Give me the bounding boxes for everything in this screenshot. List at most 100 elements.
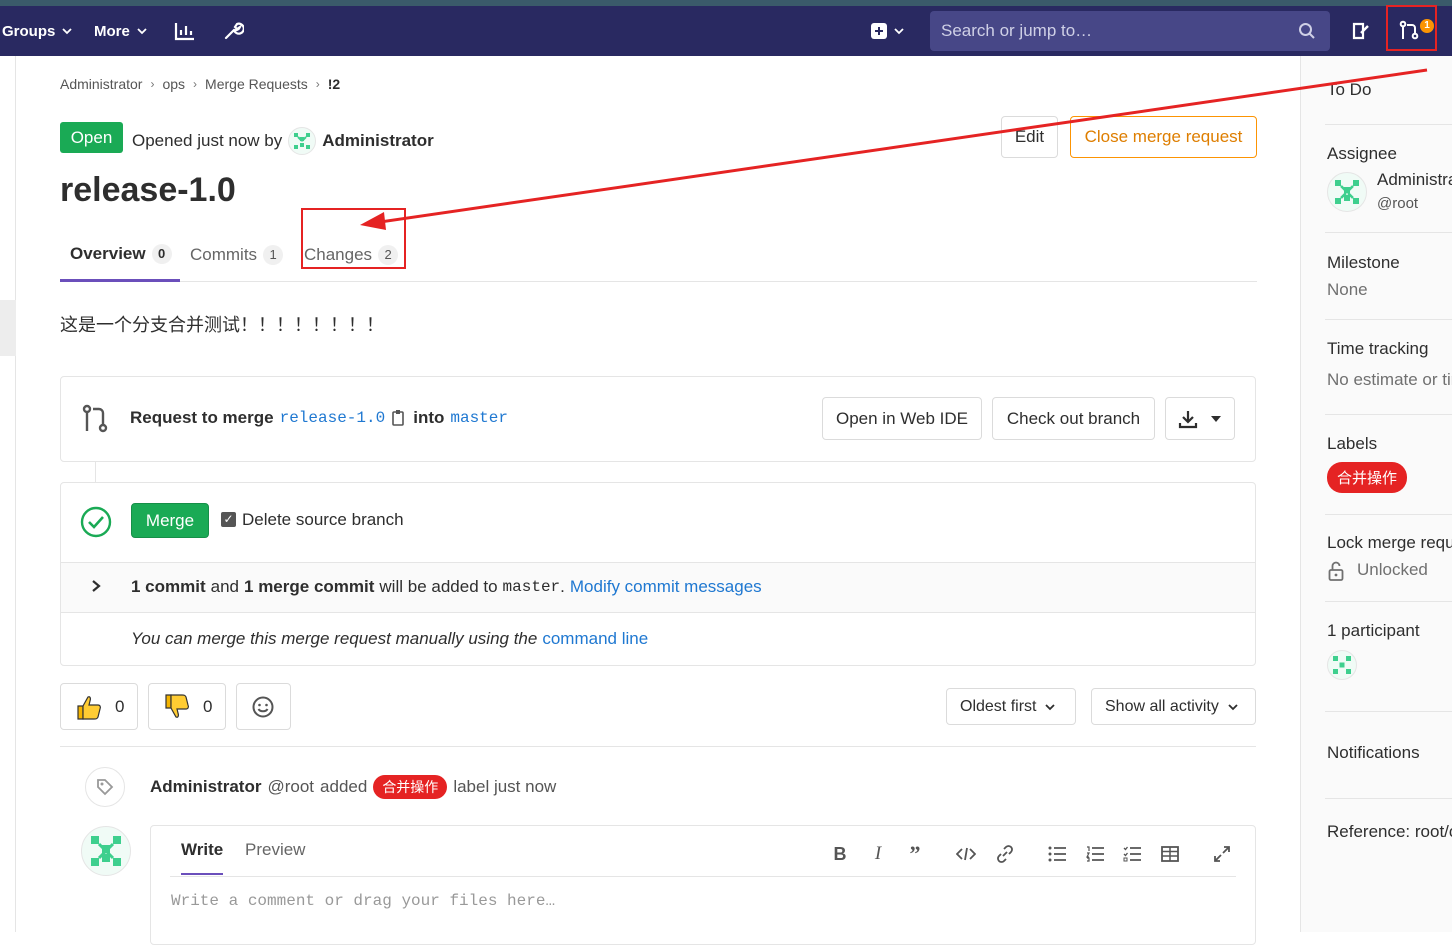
thumbs-up-icon [77, 695, 101, 720]
more-menu[interactable]: More [94, 6, 148, 56]
breadcrumb-item-current[interactable]: !2 [328, 76, 340, 92]
source-branch-link[interactable]: release-1.0 [280, 409, 386, 427]
commit-summary: 1 commit and 1 merge commit will be adde… [131, 577, 762, 597]
tab-label: Overview [70, 243, 146, 263]
issues-icon[interactable] [1348, 18, 1374, 44]
breadcrumb-item[interactable]: Merge Requests [205, 76, 308, 92]
time-tracking-value: No estimate or time spent [1327, 370, 1452, 389]
search-icon [1299, 23, 1315, 39]
divider [1325, 319, 1452, 320]
todo-button[interactable]: To Do [1327, 80, 1371, 100]
tab-overview[interactable]: Overview 0 [60, 228, 180, 282]
new-item-dropdown[interactable] [866, 18, 910, 44]
chevron-right-icon: › [193, 77, 198, 91]
bold-icon[interactable]: B [829, 843, 851, 865]
chevron-right-icon[interactable] [90, 579, 102, 593]
delete-source-label: Delete source branch [242, 510, 404, 529]
tab-count: 0 [151, 243, 172, 264]
numbered-list-icon[interactable] [1084, 843, 1106, 865]
mr-description: 这是一个分支合并测试！！！！！！！！ [60, 315, 384, 335]
thumbs-down-count: 0 [203, 696, 213, 716]
breadcrumb-item[interactable]: Administrator [60, 76, 142, 92]
mr-branch-info: Request to merge release-1.0 into master [130, 408, 508, 428]
merge-commit-count: 1 merge commit [244, 577, 375, 596]
task-list-icon[interactable] [1121, 843, 1143, 865]
will-be-added-text: will be added to [379, 577, 498, 596]
comment-textarea[interactable]: Write a comment or drag your files here… [171, 892, 555, 910]
commit-count: 1 commit [131, 577, 206, 596]
merge-button[interactable]: Merge [131, 503, 209, 538]
check-out-branch-button[interactable]: Check out branch [992, 397, 1155, 440]
link-icon[interactable] [994, 843, 1016, 865]
author-name[interactable]: Administrator [322, 131, 433, 151]
admin-wrench-icon[interactable] [220, 18, 246, 44]
download-dropdown[interactable] [1165, 397, 1235, 440]
note-suffix: label just now [453, 777, 557, 796]
thumbs-up-count: 0 [115, 696, 125, 716]
left-rail-handle[interactable] [0, 300, 16, 356]
copy-clipboard-icon[interactable] [391, 409, 407, 427]
sort-order-dropdown[interactable]: Oldest first [946, 688, 1076, 725]
search-input[interactable]: Search or jump to… [930, 11, 1330, 51]
connector-line [95, 462, 96, 482]
divider [1325, 414, 1452, 415]
delete-source-checkbox[interactable]: ✓ [221, 512, 236, 527]
participant-avatar[interactable] [1327, 650, 1357, 680]
activity-filter-dropdown[interactable]: Show all activity [1091, 688, 1256, 725]
modify-commit-messages-link[interactable]: Modify commit messages [570, 577, 762, 597]
label-badge[interactable]: 合并操作 [1327, 462, 1408, 493]
search-placeholder: Search or jump to… [941, 21, 1093, 40]
edit-button[interactable]: Edit [1001, 116, 1058, 158]
sort-order-label: Oldest first [960, 697, 1037, 715]
lock-title: Lock merge request [1327, 533, 1452, 552]
quote-icon[interactable]: ” [904, 841, 926, 866]
code-icon[interactable] [955, 843, 977, 865]
chevron-down-icon [62, 28, 72, 35]
thumbs-up-button[interactable]: 0 [60, 683, 138, 730]
milestone-title: Milestone [1327, 253, 1400, 272]
note-author[interactable]: Administrator [150, 777, 261, 797]
label-badge[interactable]: 合并操作 [373, 775, 448, 799]
fullscreen-icon[interactable] [1211, 843, 1233, 865]
close-merge-request-button[interactable]: Close merge request [1070, 116, 1257, 158]
bullet-list-icon[interactable] [1046, 843, 1068, 865]
breadcrumb-item[interactable]: ops [162, 76, 185, 92]
chevron-right-icon: › [315, 77, 320, 91]
note-added: added [320, 777, 368, 796]
milestone-value: None [1327, 280, 1368, 299]
chevron-down-icon [1045, 703, 1056, 710]
write-tab[interactable]: Write [181, 840, 224, 875]
manual-text: You can merge this merge request manuall… [131, 629, 538, 648]
caret-down-icon [1211, 415, 1221, 422]
label-tag-icon [85, 767, 125, 807]
target-branch-link[interactable]: master [450, 409, 508, 427]
activity-chart-icon[interactable] [172, 18, 198, 44]
divider [1325, 601, 1452, 602]
italic-icon[interactable]: I [867, 843, 889, 865]
labels-title: Labels [1327, 434, 1378, 453]
plus-square-icon [871, 23, 887, 39]
user-avatar[interactable] [81, 826, 131, 876]
thumbs-down-button[interactable]: 0 [148, 683, 226, 730]
assignee-avatar[interactable] [1327, 172, 1367, 212]
time-tracking-title: Time tracking [1327, 339, 1429, 358]
right-sidebar: To Do Assignee Administrator @root Miles… [1300, 56, 1452, 932]
tab-commits[interactable]: Commits 1 [180, 228, 290, 282]
divider [60, 746, 1256, 747]
divider [1325, 232, 1452, 233]
groups-menu[interactable]: Groups [2, 6, 73, 56]
preview-tab[interactable]: Preview [245, 840, 305, 860]
comment-toolbar-divider [170, 876, 1236, 877]
assignee-title: Assignee [1327, 144, 1397, 163]
participants-title: 1 participant [1327, 621, 1420, 640]
open-web-ide-button[interactable]: Open in Web IDE [822, 397, 982, 440]
activity-filter-label: Show all activity [1105, 697, 1219, 715]
request-text: Request to merge [130, 408, 274, 427]
add-reaction-button[interactable] [236, 683, 291, 730]
author-avatar[interactable] [288, 127, 317, 155]
page-title: release-1.0 [60, 171, 236, 209]
assignee-name[interactable]: Administrator [1377, 170, 1452, 190]
command-line-link[interactable]: command line [542, 629, 648, 649]
table-icon[interactable] [1159, 843, 1181, 865]
note-handle[interactable]: @root [267, 777, 314, 797]
